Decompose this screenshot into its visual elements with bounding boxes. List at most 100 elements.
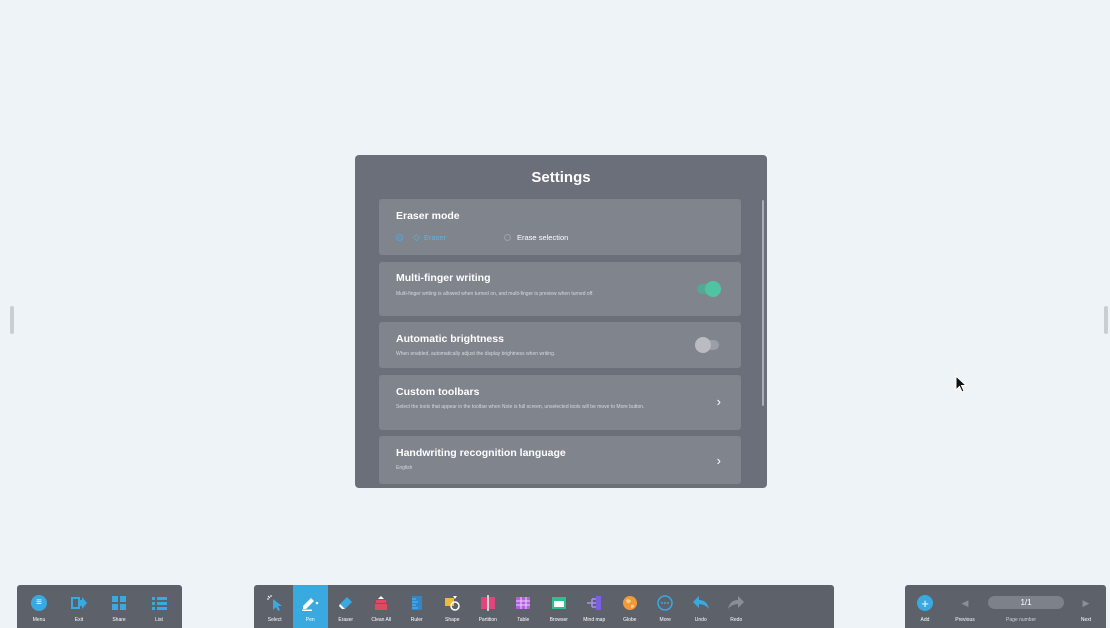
clean-all-icon <box>372 594 390 612</box>
shape-icon <box>443 594 461 612</box>
redo-button[interactable]: Redo <box>719 585 755 628</box>
more-label: More <box>659 617 671 623</box>
globe-label: Globe <box>623 617 637 623</box>
eraser-mode-card: Eraser mode ◇ Eraser Erase selection <box>379 199 741 255</box>
auto-brightness-description: When enabled, automatically adjust the d… <box>396 351 556 357</box>
main-toolbar: Select Pen Eraser Clean All Ruler Shape <box>254 585 834 628</box>
auto-brightness-title: Automatic brightness <box>396 333 504 345</box>
list-icon <box>150 594 168 612</box>
browser-label: Browser <box>549 617 568 623</box>
share-button[interactable]: Share <box>99 585 139 628</box>
pen-icon <box>301 594 319 612</box>
mind-map-icon <box>585 594 603 612</box>
eraser-tool-button[interactable]: Eraser <box>328 585 364 628</box>
next-label: Next <box>1080 617 1092 623</box>
multi-finger-toggle[interactable] <box>697 281 721 297</box>
table-label: Table <box>517 617 530 623</box>
menu-label: Menu <box>32 617 46 623</box>
next-page-button[interactable]: ▶ Next <box>1066 585 1106 628</box>
eraser-option-label[interactable]: Eraser <box>424 233 446 242</box>
left-side-handle[interactable] <box>10 306 14 334</box>
previous-icon: ◀ <box>961 597 969 608</box>
undo-button[interactable]: Undo <box>683 585 719 628</box>
multi-finger-description: Multi-finger writing is allowed when tur… <box>396 291 594 297</box>
undo-label: Undo <box>694 617 707 623</box>
eraser-mode-title: Eraser mode <box>396 210 460 222</box>
more-icon <box>656 594 674 612</box>
browser-tool-button[interactable]: Browser <box>541 585 577 628</box>
erase-selection-label[interactable]: Erase selection <box>517 233 568 242</box>
add-icon: + <box>916 594 934 612</box>
list-label: List <box>155 617 163 623</box>
mouse-cursor-icon <box>955 375 968 393</box>
redo-label: Redo <box>730 617 743 623</box>
table-tool-button[interactable]: Table <box>506 585 542 628</box>
list-button[interactable]: List <box>139 585 179 628</box>
exit-button[interactable]: Exit <box>59 585 99 628</box>
previous-page-button[interactable]: ◀ Previous <box>945 585 985 628</box>
add-page-button[interactable]: + Add <box>905 585 945 628</box>
previous-label: Previous <box>955 617 975 623</box>
eraser-label: Eraser <box>338 617 354 623</box>
table-icon <box>514 594 532 612</box>
toggle-knob <box>705 281 721 297</box>
settings-dialog: Settings Eraser mode ◇ Eraser Erase sele… <box>355 155 767 488</box>
share-icon <box>110 594 128 612</box>
menu-button[interactable]: ≡ Menu <box>19 585 59 628</box>
handwriting-language-value: English <box>396 465 413 471</box>
multi-finger-card: Multi-finger writing Multi-finger writin… <box>379 262 741 316</box>
eraser-icon <box>337 594 355 612</box>
custom-toolbars-title: Custom toolbars <box>396 386 480 398</box>
clean-all-button[interactable]: Clean All <box>364 585 400 628</box>
custom-toolbars-description: Select the tools that appear in the tool… <box>396 404 645 410</box>
undo-icon <box>692 594 710 612</box>
toggle-knob <box>695 337 711 353</box>
page-number-indicator[interactable]: 1/1 <box>988 596 1064 609</box>
mind-map-label: Mind map <box>583 617 606 623</box>
dialog-scrollbar[interactable] <box>762 200 764 406</box>
eraser-mode-options: ◇ Eraser Erase selection <box>396 232 568 243</box>
multi-finger-title: Multi-finger writing <box>396 272 491 284</box>
share-label: Share <box>112 617 126 623</box>
globe-tool-button[interactable]: Globe <box>612 585 648 628</box>
select-label: Select <box>267 617 282 623</box>
select-icon <box>266 594 284 612</box>
chevron-right-icon: › <box>716 394 721 409</box>
auto-brightness-card: Automatic brightness When enabled, autom… <box>379 322 741 368</box>
ruler-label: Ruler <box>410 617 423 623</box>
clean-all-label: Clean All <box>371 617 392 623</box>
globe-icon <box>621 594 639 612</box>
partition-label: Partition <box>478 617 497 623</box>
left-toolbar: ≡ Menu Exit Share List <box>17 585 182 628</box>
right-side-handle[interactable] <box>1104 306 1108 334</box>
pen-tool-button[interactable]: Pen <box>292 585 328 628</box>
eraser-icon: ◇ <box>413 232 420 242</box>
eraser-option-radio[interactable] <box>396 234 403 241</box>
select-tool-button[interactable]: Select <box>257 585 293 628</box>
auto-brightness-toggle[interactable] <box>695 337 719 353</box>
partition-tool-button[interactable]: Partition <box>470 585 506 628</box>
pen-label: Pen <box>305 617 315 623</box>
partition-icon <box>479 594 497 612</box>
next-icon: ▶ <box>1082 597 1090 608</box>
shape-label: Shape <box>445 617 460 623</box>
redo-icon <box>727 594 745 612</box>
exit-icon <box>70 594 88 612</box>
ruler-tool-button[interactable]: Ruler <box>399 585 435 628</box>
browser-icon <box>550 594 568 612</box>
handwriting-language-card[interactable]: Handwriting recognition language English… <box>379 436 741 484</box>
ruler-icon <box>408 594 426 612</box>
erase-selection-radio[interactable] <box>504 234 512 241</box>
page-number-label: Page number <box>1006 617 1037 623</box>
handwriting-language-title: Handwriting recognition language <box>396 447 566 459</box>
mind-map-tool-button[interactable]: Mind map <box>577 585 613 628</box>
dialog-title: Settings <box>531 169 591 186</box>
custom-toolbars-card[interactable]: Custom toolbars Select the tools that ap… <box>379 375 741 430</box>
settings-list: Eraser mode ◇ Eraser Erase selection Mul… <box>379 199 741 488</box>
exit-label: Exit <box>74 617 84 623</box>
page-toolbar: + Add ◀ Previous 1/1 Page number ▶ Next <box>905 585 1106 628</box>
more-tool-button[interactable]: More <box>648 585 684 628</box>
shape-tool-button[interactable]: Shape <box>435 585 471 628</box>
menu-icon: ≡ <box>30 594 48 612</box>
add-label: Add <box>920 617 930 623</box>
